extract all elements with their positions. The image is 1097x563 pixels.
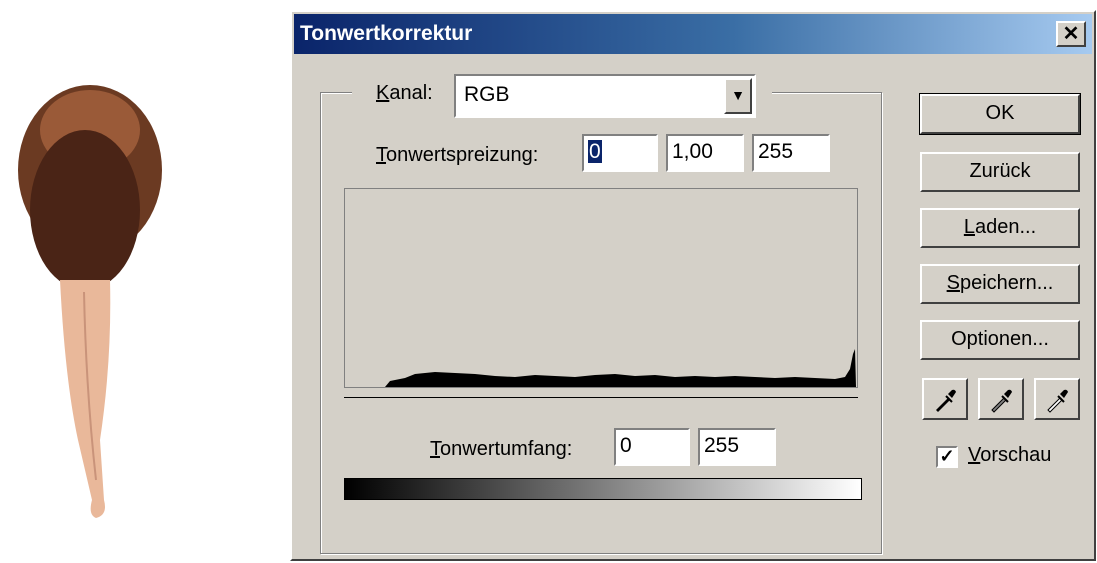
white-point-eyedropper-icon [1047, 389, 1068, 413]
channel-select[interactable]: RGB ▼ [454, 74, 756, 118]
dialog-title: Tonwertkorrektur [300, 22, 473, 45]
input-white-field[interactable]: 255 [752, 134, 830, 172]
output-white-field[interactable]: 255 [698, 428, 776, 466]
output-levels-label: Tonwertumfang: [430, 438, 573, 460]
levels-dialog: Tonwertkorrektur ✕ Kanal: RGB ▼ Tonwerts… [290, 10, 1096, 561]
histogram [344, 188, 858, 388]
load-button[interactable]: Laden... [920, 208, 1080, 248]
gray-point-eyedropper-icon [991, 389, 1012, 413]
chevron-down-icon: ▼ [731, 87, 745, 103]
output-gradient-bar [344, 478, 862, 500]
check-icon: ✓ [939, 446, 955, 466]
white-eyedropper-button[interactable] [1034, 378, 1080, 420]
dialog-titlebar: Tonwertkorrektur ✕ [294, 14, 1092, 54]
gray-eyedropper-button[interactable] [978, 378, 1024, 420]
output-black-field[interactable]: 0 [614, 428, 690, 466]
preview-label[interactable]: Vorschau [968, 444, 1051, 467]
photo-image [18, 85, 162, 518]
ok-button[interactable]: OK [919, 93, 1081, 135]
input-gamma-field[interactable]: 1,00 [666, 134, 744, 172]
reset-button[interactable]: Zurück [920, 152, 1080, 192]
channel-select-value: RGB [464, 83, 510, 106]
input-levels-label: Tonwertspreizung: [376, 144, 539, 166]
close-button[interactable]: ✕ [1056, 21, 1086, 47]
black-point-eyedropper-icon [936, 389, 956, 412]
save-button[interactable]: Speichern... [920, 264, 1080, 304]
options-button[interactable]: Optionen... [920, 320, 1080, 360]
preview-checkbox[interactable]: ✓ [936, 446, 958, 468]
histogram-graph [345, 349, 856, 387]
close-icon: ✕ [1062, 23, 1080, 45]
channel-label: Kanal: [376, 82, 433, 104]
black-eyedropper-button[interactable] [922, 378, 968, 420]
input-slider-track [344, 397, 858, 398]
input-black-field[interactable]: 0 [582, 134, 658, 172]
channel-dropdown-button[interactable]: ▼ [724, 78, 752, 114]
